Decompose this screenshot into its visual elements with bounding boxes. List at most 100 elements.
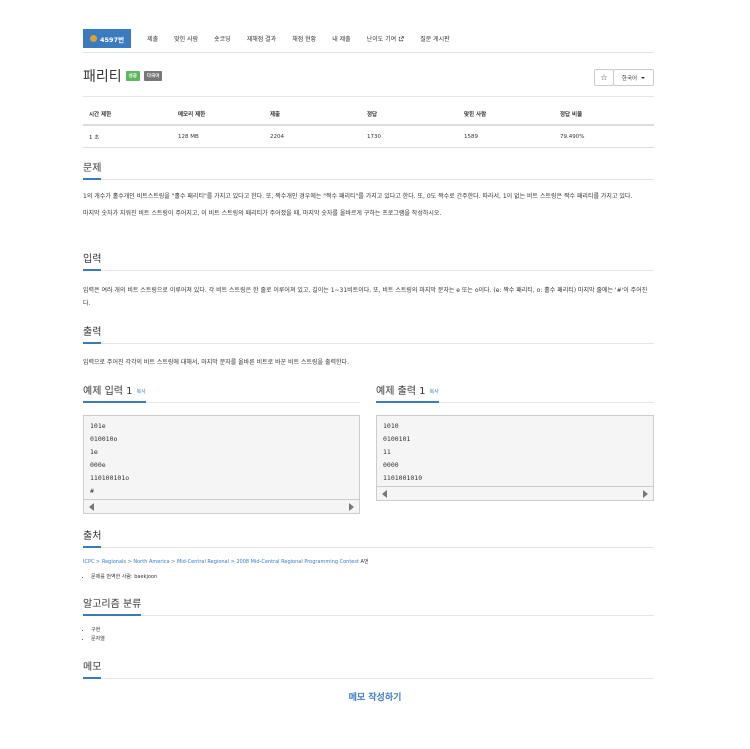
sample-output-line: 1101001010 — [383, 474, 423, 482]
problem-heading: 문제 — [83, 159, 102, 180]
problem-nav: 4597번 제출 맞힌 사람 숏코딩 재채점 결과 채점 현황 내 제출 난이도… — [83, 29, 450, 48]
source-heading: 출처 — [83, 527, 102, 548]
output-paragraph: 입력으로 주어진 각각의 비트 스트링에 대해서, 마지막 문자를 올바른 비트… — [83, 359, 349, 366]
section-divider — [83, 270, 654, 271]
value-memory-limit: 128 MB — [178, 133, 199, 140]
algorithm-section-header: 알고리즘 분류 — [83, 595, 654, 616]
language-badge: 다국어 — [143, 71, 163, 81]
sample-output-line: 1010 — [383, 422, 399, 430]
nav-rejudge[interactable]: 재채점 결과 — [247, 34, 277, 43]
sample-input-header: 예제 입력 1 복사 — [83, 382, 146, 403]
title-divider — [83, 96, 654, 97]
algorithm-heading: 알고리즘 분류 — [83, 595, 142, 616]
nav-difficulty-label: 난이도 기여 — [366, 36, 397, 43]
info-table-row: 1 초 128 MB 2204 1730 1589 79.490% — [83, 126, 654, 148]
source-breadcrumb: ICPC > Regionals > North America > Mid-C… — [83, 558, 369, 565]
sample-input-line: 110100101o — [90, 474, 130, 482]
medal-icon — [90, 35, 97, 42]
section-divider — [83, 343, 654, 344]
scroll-right-icon[interactable] — [349, 503, 354, 511]
memo-section-header: 메모 — [83, 658, 654, 679]
language-select-label: 한국어 — [621, 75, 638, 82]
scroll-left-icon[interactable] — [89, 503, 94, 511]
header-solvers: 맞힌 사람 — [464, 112, 487, 118]
sample-input-title: 예제 입력 1 — [83, 386, 133, 397]
nav-solvers[interactable]: 맞힌 사람 — [174, 34, 198, 43]
sample-output-header: 예제 출력 1 복사 — [376, 382, 439, 403]
external-link-icon — [399, 35, 404, 41]
sample-output-line: 11 — [383, 448, 391, 456]
sample-input-line: 000e — [90, 461, 106, 469]
value-time-limit: 1 초 — [89, 134, 100, 141]
caret-down-icon — [641, 76, 646, 79]
copy-sample-input-button[interactable]: 복사 — [137, 389, 146, 395]
section-divider — [83, 547, 654, 548]
translator-list: 문제를 번역한 사람: baekjoon — [83, 572, 157, 582]
sample-output-line: 0000 — [383, 461, 399, 469]
source-link[interactable]: ICPC > Regionals > North America > Mid-C… — [83, 559, 359, 565]
problem-info-table: 시간 제한 메모리 제한 제출 정답 맞힌 사람 정답 비율 1 초 128 M… — [83, 104, 654, 148]
nav-submit[interactable]: 제출 — [147, 34, 158, 43]
page-title: 패리티 — [83, 69, 122, 85]
output-section-header: 출력 — [83, 323, 654, 344]
memo-heading: 메모 — [83, 658, 102, 679]
section-divider — [83, 678, 654, 679]
header-time-limit: 시간 제한 — [89, 112, 112, 118]
favorite-star-button[interactable]: ☆ — [594, 69, 614, 86]
nav-divider — [83, 52, 654, 53]
problem-id-label: 4597번 — [100, 35, 125, 44]
value-solvers: 1589 — [464, 133, 478, 140]
sample-input-scrollbar[interactable] — [83, 500, 360, 514]
header-memory-limit: 메모리 제한 — [178, 112, 206, 118]
header-submissions: 제출 — [270, 112, 281, 118]
sample-output-scrollbar[interactable] — [376, 487, 654, 501]
problem-paragraph-1: 1의 개수가 홀수개인 비트스트링을 "홀수 패리티"를 가지고 있다고 한다.… — [83, 193, 633, 200]
problem-description: 1의 개수가 홀수개인 비트스트링을 "홀수 패리티"를 가지고 있다고 한다.… — [83, 190, 654, 220]
algorithm-tag[interactable]: 구현 — [91, 626, 105, 635]
sample-input-line: # — [90, 487, 94, 495]
sample-input-box[interactable]: 101e 010010o 1e 000e 110100101o # — [83, 415, 360, 500]
sample-input-line: 1e — [90, 448, 98, 456]
sample-input-panel: 예제 입력 1 복사 101e 010010o 1e 000e 110100101… — [83, 382, 360, 514]
problem-header: 패리티 성공 다국어 — [83, 66, 163, 86]
sample-output-title: 예제 출력 1 — [376, 386, 426, 397]
value-accepted: 1730 — [367, 133, 381, 140]
input-paragraph: 입력은 여러 개의 비트 스트링으로 이루어져 있다. 각 비트 스트링은 한 … — [83, 287, 648, 307]
nav-status[interactable]: 채점 현황 — [292, 34, 316, 43]
output-description: 입력으로 주어진 각각의 비트 스트링에 대해서, 마지막 문자를 올바른 비트… — [83, 356, 654, 369]
source-suffix: A번 — [360, 559, 369, 565]
scroll-left-icon[interactable] — [382, 490, 387, 498]
nav-questions[interactable]: 질문 게시판 — [420, 34, 450, 43]
section-divider — [83, 615, 654, 616]
language-select[interactable]: 한국어 — [613, 69, 654, 86]
sample-input-line: 101e — [90, 422, 106, 430]
success-badge: 성공 — [125, 71, 140, 81]
nav-shortcoding[interactable]: 숏코딩 — [214, 34, 231, 43]
input-section-header: 입력 — [83, 250, 654, 271]
problem-paragraph-2: 마지막 숫자가 지워진 비트 스트링이 주어지고, 이 비트 스트링의 패리티가… — [83, 210, 442, 217]
sample-output-line: 0100101 — [383, 435, 411, 443]
problem-id-tab[interactable]: 4597번 — [83, 29, 132, 48]
nav-my-submissions[interactable]: 내 제출 — [332, 34, 350, 43]
header-ratio: 정답 비율 — [560, 112, 583, 118]
input-heading: 입력 — [83, 250, 102, 271]
algorithm-tag[interactable]: 문자열 — [91, 635, 105, 644]
output-heading: 출력 — [83, 323, 102, 344]
scroll-right-icon[interactable] — [643, 490, 648, 498]
problem-section-header: 문제 — [83, 159, 654, 180]
value-ratio: 79.490% — [560, 133, 585, 140]
sample-input-line: 010010o — [90, 435, 118, 443]
info-table-header: 시간 제한 메모리 제한 제출 정답 맞힌 사람 정답 비율 — [83, 104, 654, 126]
header-accepted: 정답 — [367, 112, 378, 118]
algorithm-list: 구현 문자열 — [83, 626, 105, 644]
section-divider — [83, 179, 654, 180]
nav-difficulty[interactable]: 난이도 기여 — [367, 34, 405, 43]
source-section-header: 출처 — [83, 527, 654, 548]
sample-output-box[interactable]: 1010 0100101 11 0000 1101001010 — [376, 415, 654, 487]
copy-sample-output-button[interactable]: 복사 — [430, 389, 439, 395]
input-description: 입력은 여러 개의 비트 스트링으로 이루어져 있다. 각 비트 스트링은 한 … — [83, 284, 654, 310]
value-submissions: 2204 — [270, 133, 284, 140]
sample-output-panel: 예제 출력 1 복사 1010 0100101 11 0000 110100101… — [376, 382, 654, 501]
translator-item: 문제를 번역한 사람: baekjoon — [91, 572, 157, 582]
write-memo-link[interactable]: 메모 작성하기 — [0, 690, 750, 703]
